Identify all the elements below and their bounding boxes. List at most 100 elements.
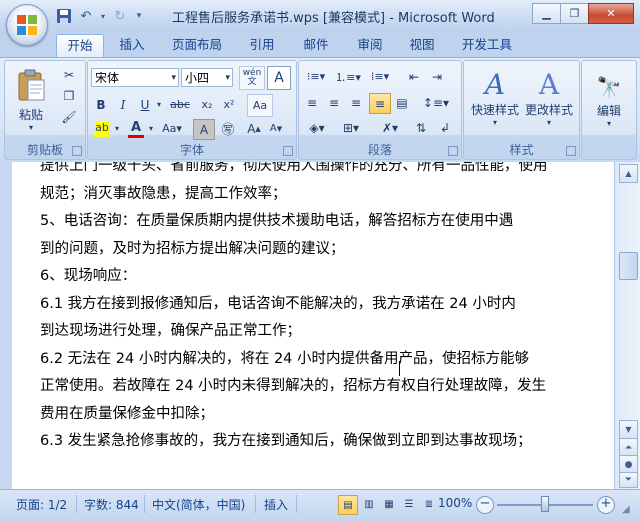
italic-button[interactable]: I [113,95,133,114]
underline-button[interactable]: U [135,95,155,114]
font-name-combo[interactable]: 宋体 ▾ [91,68,179,87]
office-button[interactable] [6,4,48,46]
align-center-button[interactable]: ≡ [324,93,344,112]
scroll-down-icon[interactable]: ▼ [619,420,638,439]
highlight-button[interactable]: ab [91,119,113,139]
subscript-button[interactable]: x₂ [197,95,217,114]
zoom-in-icon[interactable]: + [597,496,615,514]
justify-button[interactable]: ≡ [369,93,391,114]
redo-icon[interactable]: ↻ [111,7,129,25]
distributed-button[interactable]: ▤ [392,93,412,112]
paragraph-group-label: 段落 [367,143,392,157]
tab-insert[interactable]: 插入 [110,34,154,56]
outline-view-icon[interactable]: ☰ [400,495,418,513]
shrink-font-button[interactable]: A ▼ [266,119,286,138]
font-size-combo[interactable]: 小四 ▾ [181,68,233,87]
editing-group: 🔭 编辑 ▾ [581,60,637,160]
print-layout-view-icon[interactable]: ▤ [338,495,358,515]
quick-styles-button[interactable]: A 快速样式 ▾ [468,65,522,131]
font-color-dropdown-icon[interactable]: ▾ [147,119,155,138]
grow-font-button[interactable]: A ▲ [244,119,264,138]
font-color-button[interactable]: A [125,119,147,139]
enclose-characters-button[interactable]: ㊢ [218,119,238,138]
paste-button[interactable]: 粘贴 ▾ [11,65,51,135]
quick-styles-dropdown-icon: ▾ [492,118,497,127]
multilevel-list-button[interactable]: ⁞≡▾ [366,67,394,86]
word-count[interactable]: 字数: 844 [84,496,139,513]
next-page-icon[interactable]: ⏷ [619,472,638,488]
document-content[interactable]: 提供上门一级干头、省前服务，彻庆使用人围操作的充分、所有一品性能，使用 规范；消… [40,162,588,456]
zoom-slider-thumb[interactable] [541,496,549,512]
scroll-thumb[interactable] [619,252,638,280]
bullets-button[interactable]: ⁝≡▾ [302,67,330,86]
tab-view[interactable]: 视图 [400,34,444,56]
change-case-button[interactable]: Aa▾ [160,119,184,138]
web-layout-icon[interactable]: ▦ [380,495,398,513]
draft-view-icon[interactable]: ≣ [420,495,438,513]
format-painter-icon[interactable]: 🖌 [59,107,79,126]
change-styles-button[interactable]: A 更改样式 ▾ [522,65,576,131]
font-color-swatch [128,134,144,138]
page-count[interactable]: 页面: 1/2 [16,496,67,513]
full-screen-reading-icon[interactable]: ▥ [360,495,378,513]
insert-mode-indicator[interactable]: 插入 [264,496,288,513]
cut-icon[interactable]: ✂ [59,65,79,84]
change-styles-dropdown-icon: ▾ [546,118,551,127]
undo-dropdown-icon[interactable]: ▾ [99,7,107,25]
underline-dropdown-icon[interactable]: ▾ [155,95,163,114]
align-right-button[interactable]: ≡ [346,93,366,112]
doc-line: 费用在质量保修金中扣除； [40,405,214,422]
phonetic-guide-button[interactable]: wén 文 [239,66,265,90]
change-styles-label: 更改样式 [524,103,573,117]
line-spacing-button[interactable]: ↕≡▾ [421,93,451,112]
character-shading-button[interactable]: A [193,119,215,140]
minimize-button[interactable]: ▁ [532,3,561,24]
tab-developer[interactable]: 开发工具 [452,34,522,56]
highlight-color-swatch [94,133,110,137]
clipboard-launcher-icon[interactable] [72,146,82,156]
strikethrough-button[interactable]: abc [167,95,193,114]
styles-launcher-icon[interactable] [566,146,576,156]
numbering-button[interactable]: ⒈≡▾ [334,67,362,86]
borders-button[interactable]: ⊞▾ [336,118,366,137]
superscript-button[interactable]: x² [219,95,239,114]
restore-button[interactable]: ❐ [560,3,589,24]
tab-home[interactable]: 开始 [56,34,104,57]
undo-icon[interactable]: ↶ [77,7,95,25]
zoom-level[interactable]: 100% [438,496,472,510]
character-border-button[interactable]: A [267,66,291,90]
vertical-scrollbar[interactable]: ▲ ▼ ⏶ ● ⏷ [614,162,640,489]
clear-formatting-button[interactable]: Aa [247,94,273,117]
bold-button[interactable]: B [91,95,111,114]
status-separator [76,495,77,513]
editing-dropdown-icon: ▾ [606,119,611,128]
resize-grip-icon[interactable]: ◢ [622,504,630,515]
show-hide-marks-button[interactable]: ↲ [435,118,455,137]
close-button[interactable]: ✕ [588,3,634,24]
chinese-layout-button[interactable]: ✗▾ [375,118,405,137]
paragraph-launcher-icon[interactable] [448,146,458,156]
shading-button[interactable]: ◈▾ [302,118,332,137]
tab-references[interactable]: 引用 [240,34,284,56]
font-name-value: 宋体 [95,71,120,85]
highlight-dropdown-icon[interactable]: ▾ [113,119,121,138]
sort-button[interactable]: ⇅ [411,118,431,137]
language-indicator[interactable]: 中文(简体，中国) [152,496,245,513]
text-cursor [399,361,400,376]
tab-review[interactable]: 审阅 [348,34,392,56]
font-launcher-icon[interactable] [283,146,293,156]
scroll-up-icon[interactable]: ▲ [619,164,638,183]
tab-mailings[interactable]: 邮件 [294,34,338,56]
document-page[interactable]: 提供上门一级干头、省前服务，彻庆使用人围操作的充分、所有一品性能，使用 规范；消… [12,162,614,489]
ribbon: 粘贴 ▾ ✂ ❐ 🖌 剪贴板 宋体 ▾ 小四 ▾ wén 文 A B I U ▾… [0,57,640,163]
increase-indent-button[interactable]: ⇥ [427,67,447,86]
zoom-out-icon[interactable]: − [476,496,494,514]
qat-customize-icon[interactable]: ▾ [133,7,145,25]
align-left-button[interactable]: ≡ [302,93,322,112]
copy-icon[interactable]: ❐ [59,86,79,105]
editing-button[interactable]: 🔭 编辑 ▾ [584,65,634,135]
tab-page-layout[interactable]: 页面布局 [164,34,230,56]
save-icon[interactable] [55,7,73,25]
doc-line: 提供上门一级干头、省前服务，彻庆使用人围操作的充分、所有一品性能，使用 [40,162,548,174]
decrease-indent-button[interactable]: ⇤ [404,67,424,86]
